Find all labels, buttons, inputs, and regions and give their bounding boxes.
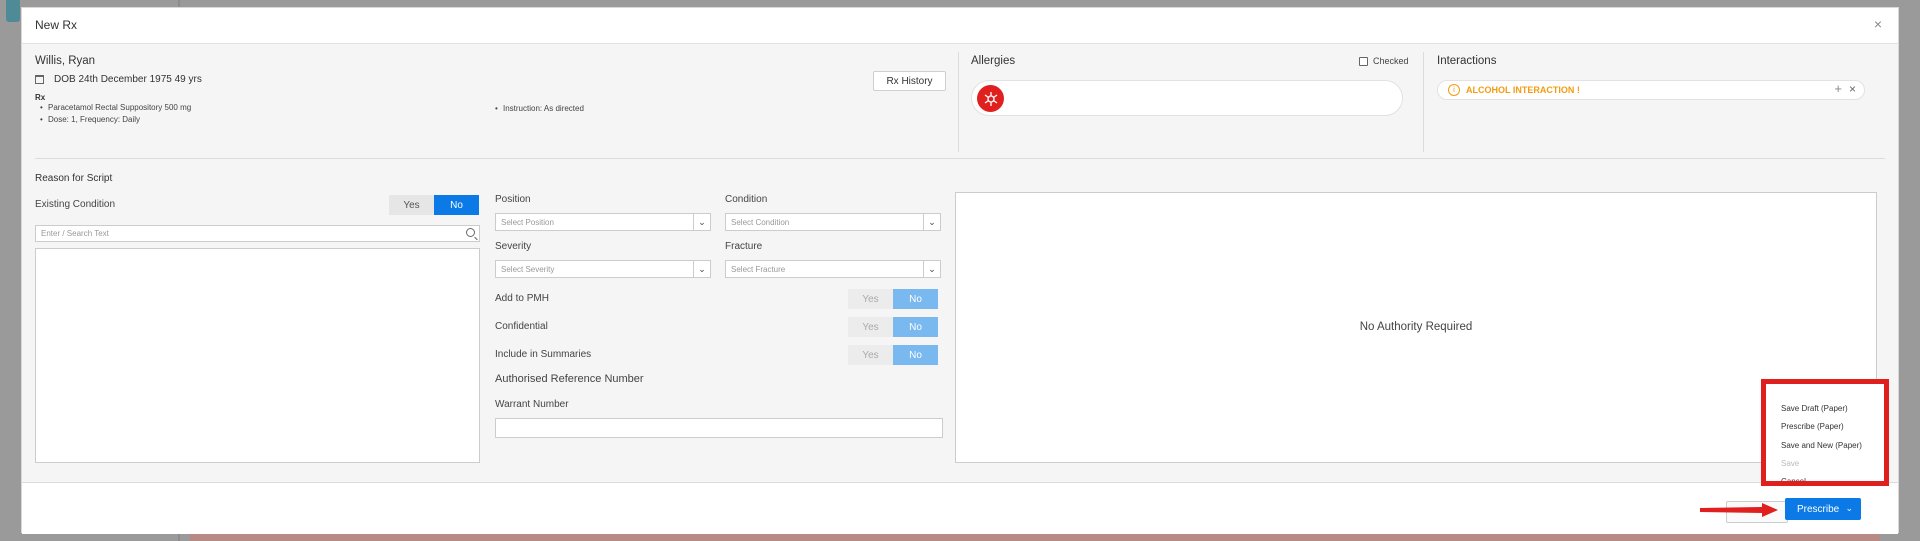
background-strip: [190, 533, 1880, 541]
close-icon[interactable]: ×: [1874, 16, 1882, 32]
rx-details-list: Paracetamol Rectal Suppository 500 mg Do…: [40, 102, 191, 126]
confidential-no-button[interactable]: No: [893, 317, 938, 337]
annotation-highlight-box: [1761, 379, 1889, 486]
close-icon[interactable]: ×: [1849, 82, 1856, 96]
checked-label: Checked: [1373, 56, 1409, 66]
add-pmh-toggle: Yes No: [848, 289, 938, 309]
warrant-number-input[interactable]: [495, 418, 943, 438]
authority-status: No Authority Required: [1359, 321, 1473, 333]
include-summaries-toggle: Yes No: [848, 345, 938, 365]
add-pmh-no-button[interactable]: No: [893, 289, 938, 309]
existing-condition-label: Existing Condition: [35, 199, 116, 210]
add-pmh-yes-button[interactable]: Yes: [848, 289, 893, 309]
patient-name: Willis, Ryan: [35, 55, 96, 67]
info-icon: i: [1448, 84, 1460, 96]
position-placeholder: Select Position: [501, 218, 554, 227]
modal-title: New Rx: [35, 18, 78, 32]
chevron-down-icon[interactable]: ⌄: [923, 261, 940, 277]
existing-condition-toggle: Yes No: [389, 195, 479, 215]
prescribe-button[interactable]: Prescribe ⌄: [1785, 498, 1861, 520]
modal-header: New Rx ×: [22, 8, 1898, 44]
confidential-toggle: Yes No: [848, 317, 938, 337]
dob-row: DOB 24th December 1975 49 yrs: [35, 74, 202, 85]
dob-text: DOB 24th December 1975 49 yrs: [54, 74, 202, 85]
allergy-icon[interactable]: [977, 85, 1004, 112]
chevron-down-icon[interactable]: ⌄: [1845, 503, 1853, 514]
severity-placeholder: Select Severity: [501, 265, 555, 274]
authorised-reference-label: Authorised Reference Number: [495, 373, 644, 385]
condition-placeholder: Select Condition: [731, 218, 790, 227]
rx-instruction: Instruction: As directed: [495, 104, 584, 113]
checked-checkbox[interactable]: [1359, 56, 1368, 66]
severity-select[interactable]: Select Severity ⌄: [495, 260, 711, 278]
fracture-label: Fracture: [725, 241, 763, 252]
interaction-item[interactable]: i ALCOHOL INTERACTION ! + ×: [1437, 80, 1865, 100]
rx-dose: Dose: 1, Frequency: Daily: [40, 114, 191, 126]
position-label: Position: [495, 194, 531, 205]
plus-icon[interactable]: +: [1834, 81, 1842, 96]
authority-panel: No Authority Required: [955, 192, 1877, 463]
include-summaries-no-button[interactable]: No: [893, 345, 938, 365]
rx-history-button[interactable]: Rx History: [873, 71, 946, 91]
warrant-number-label: Warrant Number: [495, 399, 569, 410]
include-summaries-label: Include in Summaries: [495, 349, 592, 360]
existing-yes-button[interactable]: Yes: [389, 195, 434, 215]
add-pmh-label: Add to PMH: [495, 293, 549, 304]
chevron-down-icon[interactable]: ⌄: [923, 214, 940, 230]
background-accent: [6, 0, 20, 22]
interactions-title: Interactions: [1437, 55, 1497, 67]
confidential-label: Confidential: [495, 321, 548, 332]
chevron-down-icon[interactable]: ⌄: [693, 214, 710, 230]
section-divider: [1423, 52, 1424, 152]
section-divider: [35, 158, 1885, 159]
search-placeholder: Enter / Search Text: [41, 229, 109, 238]
chevron-down-icon[interactable]: ⌄: [693, 261, 710, 277]
confidential-yes-button[interactable]: Yes: [848, 317, 893, 337]
interaction-text: ALCOHOL INTERACTION !: [1466, 85, 1580, 95]
fracture-select[interactable]: Select Fracture ⌄: [725, 260, 941, 278]
condition-select[interactable]: Select Condition ⌄: [725, 213, 941, 231]
reason-title: Reason for Script: [35, 173, 113, 184]
allergy-list: [971, 80, 1403, 116]
new-rx-modal: New Rx × Willis, Ryan DOB 24th December …: [21, 7, 1899, 534]
severity-label: Severity: [495, 241, 532, 252]
allergies-checked[interactable]: Checked: [1359, 56, 1409, 66]
rx-label: Rx: [35, 93, 46, 102]
modal-footer: [22, 483, 1898, 534]
position-select[interactable]: Select Position ⌄: [495, 213, 711, 231]
fracture-placeholder: Select Fracture: [731, 265, 786, 274]
existing-no-button[interactable]: No: [434, 195, 479, 215]
condition-label: Condition: [725, 194, 768, 205]
condition-list[interactable]: [35, 248, 480, 463]
allergies-title: Allergies: [971, 55, 1016, 67]
annotation-arrow-icon: [1700, 503, 1778, 517]
rx-drug: Paracetamol Rectal Suppository 500 mg: [40, 102, 191, 114]
section-divider: [958, 52, 959, 152]
condition-search-input[interactable]: Enter / Search Text: [35, 225, 480, 242]
prescribe-label: Prescribe: [1797, 503, 1840, 515]
search-icon[interactable]: [466, 228, 475, 237]
include-summaries-yes-button[interactable]: Yes: [848, 345, 893, 365]
calendar-icon: [35, 75, 44, 84]
